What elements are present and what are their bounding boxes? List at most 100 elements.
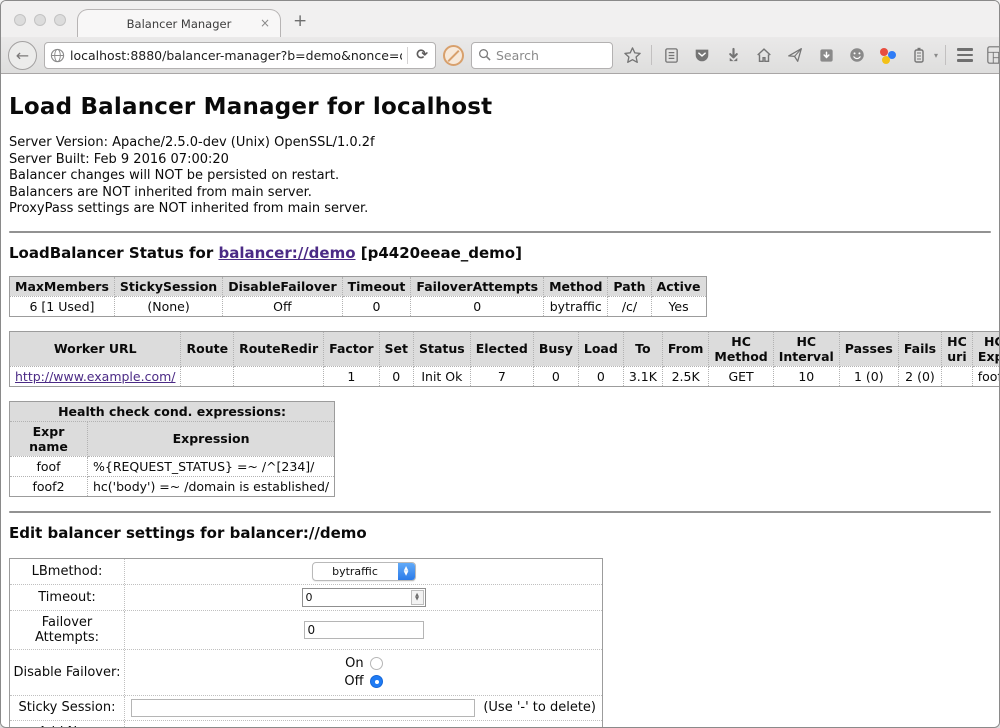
table-cell: 2 (0) bbox=[898, 366, 941, 386]
overflow-caret-icon[interactable]: ▾ bbox=[934, 51, 938, 60]
radio-off[interactable] bbox=[370, 675, 383, 688]
save-page-icon[interactable] bbox=[814, 43, 838, 67]
address-input[interactable]: localhost:8880/balancer-manager?b=demo&n… bbox=[70, 48, 402, 63]
column-header: Factor bbox=[324, 331, 379, 366]
timeout-label: Timeout: bbox=[10, 585, 125, 610]
close-window-button[interactable] bbox=[14, 14, 26, 26]
failover-attempts-label: Failover Attempts: bbox=[10, 611, 125, 649]
table-cell: 3.1K bbox=[623, 366, 662, 386]
radio-on-label: On bbox=[345, 656, 363, 671]
proxypass-notice: ProxyPass settings are NOT inherited fro… bbox=[9, 201, 991, 218]
table-cell: bytraffic bbox=[544, 296, 608, 316]
menu-hamburger-icon[interactable] bbox=[953, 43, 977, 67]
reload-icon[interactable]: ⟳ bbox=[413, 47, 431, 63]
radio-off-label: Off bbox=[344, 674, 363, 689]
column-header: Route bbox=[181, 331, 234, 366]
column-header: Set bbox=[379, 331, 413, 366]
server-built: Server Built: Feb 9 2016 07:00:20 bbox=[9, 152, 991, 169]
table-cell bbox=[942, 366, 973, 386]
table-cell: Yes bbox=[651, 296, 706, 316]
bookmarks-menu-icon[interactable] bbox=[659, 43, 683, 67]
server-version: Server Version: Apache/2.5.0-dev (Unix) … bbox=[9, 135, 991, 152]
sticky-session-input[interactable] bbox=[131, 699, 475, 717]
expr-name-cell: foof2 bbox=[10, 476, 88, 496]
column-header: Elected bbox=[470, 331, 533, 366]
health-check-table: Health check cond. expressions: Expr nam… bbox=[9, 401, 335, 497]
sticky-session-row: Sticky Session: (Use '-' to delete) bbox=[10, 695, 602, 720]
column-header: HC Interval bbox=[773, 331, 839, 366]
column-header: Load bbox=[578, 331, 623, 366]
edit-settings-heading: Edit balancer settings for balancer://de… bbox=[9, 524, 991, 542]
table-row: 6 [1 Used](None)Off00bytraffic/c/Yes bbox=[10, 296, 707, 316]
timeout-value: 0 bbox=[303, 591, 411, 604]
lbmethod-row: LBmethod: bytraffic ▲▼ bbox=[10, 559, 602, 584]
lbmethod-selected-value: bytraffic bbox=[313, 565, 398, 578]
globe-icon bbox=[49, 47, 65, 63]
add-worker-row: Add New Worker: Are you sure? bbox=[10, 720, 602, 728]
table-cell: 6 [1 Used] bbox=[10, 296, 115, 316]
search-icon bbox=[478, 46, 491, 65]
navigation-toolbar: ← localhost:8880/balancer-manager?b=demo… bbox=[1, 37, 999, 74]
extension-colored-dots-icon[interactable] bbox=[876, 43, 900, 67]
table-cell: GET bbox=[709, 366, 773, 386]
expr-name-header: Expr name bbox=[10, 421, 88, 456]
table-row: foof %{REQUEST_STATUS} =~ /^[234]/ bbox=[10, 456, 335, 476]
disable-failover-row: Disable Failover: On Off bbox=[10, 649, 602, 695]
bookmark-star-icon[interactable] bbox=[620, 43, 644, 67]
table-cell: foof2 bbox=[972, 366, 999, 386]
apps-grid-icon[interactable] bbox=[984, 43, 1000, 67]
column-header: Active bbox=[651, 276, 706, 296]
table-cell: 0 bbox=[379, 366, 413, 386]
blocked-content-icon[interactable] bbox=[443, 45, 464, 66]
minimize-window-button[interactable] bbox=[34, 14, 46, 26]
worker-url-link[interactable]: http://www.example.com/ bbox=[15, 369, 175, 384]
health-table-title: Health check cond. expressions: bbox=[10, 401, 335, 421]
table-cell: (None) bbox=[114, 296, 222, 316]
table-cell: 10 bbox=[773, 366, 839, 386]
sticky-session-hint: (Use '-' to delete) bbox=[483, 700, 596, 715]
radio-on[interactable] bbox=[370, 657, 383, 670]
expression-cell: hc('body') =~ /domain is established/ bbox=[88, 476, 335, 496]
tab-balancer-manager[interactable]: Balancer Manager × bbox=[77, 9, 281, 37]
back-button[interactable]: ← bbox=[8, 41, 37, 70]
persist-notice: Balancer changes will NOT be persisted o… bbox=[9, 168, 991, 185]
status-heading-suffix: [p4420eeae_demo] bbox=[356, 244, 522, 262]
home-icon[interactable] bbox=[752, 43, 776, 67]
table-cell: 0 bbox=[342, 296, 411, 316]
column-header: FailoverAttempts bbox=[411, 276, 544, 296]
window-controls bbox=[14, 14, 66, 26]
table-cell: Off bbox=[223, 296, 342, 316]
search-bar[interactable] bbox=[471, 42, 613, 69]
failover-attempts-row: Failover Attempts: bbox=[10, 610, 602, 649]
balancer-demo-link[interactable]: balancer://demo bbox=[218, 244, 355, 262]
failover-attempts-input[interactable] bbox=[304, 621, 424, 639]
url-bar[interactable]: localhost:8880/balancer-manager?b=demo&n… bbox=[44, 42, 436, 69]
lbmethod-select[interactable]: bytraffic ▲▼ bbox=[312, 562, 416, 581]
column-header: Timeout bbox=[342, 276, 411, 296]
new-tab-button[interactable]: + bbox=[293, 11, 307, 31]
expr-name-cell: foof bbox=[10, 456, 88, 476]
table-cell bbox=[234, 366, 324, 386]
zoom-window-button[interactable] bbox=[54, 14, 66, 26]
battery-status-icon[interactable] bbox=[907, 43, 931, 67]
table-cell: 7 bbox=[470, 366, 533, 386]
server-info: Server Version: Apache/2.5.0-dev (Unix) … bbox=[9, 135, 991, 218]
search-input[interactable] bbox=[496, 48, 596, 63]
feedback-smiley-icon[interactable] bbox=[845, 43, 869, 67]
disable-failover-label: Disable Failover: bbox=[10, 650, 125, 695]
tab-close-icon[interactable]: × bbox=[260, 16, 270, 30]
number-stepper-icon[interactable]: ▲▼ bbox=[411, 590, 424, 605]
column-header: HC Expr bbox=[972, 331, 999, 366]
lbmethod-label: LBmethod: bbox=[10, 559, 125, 584]
table-cell: 0 bbox=[578, 366, 623, 386]
pocket-icon[interactable] bbox=[690, 43, 714, 67]
tab-title: Balancer Manager bbox=[127, 17, 232, 31]
status-heading-prefix: LoadBalancer Status for bbox=[9, 244, 218, 262]
table-cell: Init Ok bbox=[414, 366, 471, 386]
column-header: Path bbox=[608, 276, 651, 296]
timeout-input[interactable]: 0 ▲▼ bbox=[302, 588, 426, 607]
downloads-icon[interactable] bbox=[721, 43, 745, 67]
send-tab-icon[interactable] bbox=[783, 43, 807, 67]
column-header: Method bbox=[544, 276, 608, 296]
table-cell: 1 bbox=[324, 366, 379, 386]
